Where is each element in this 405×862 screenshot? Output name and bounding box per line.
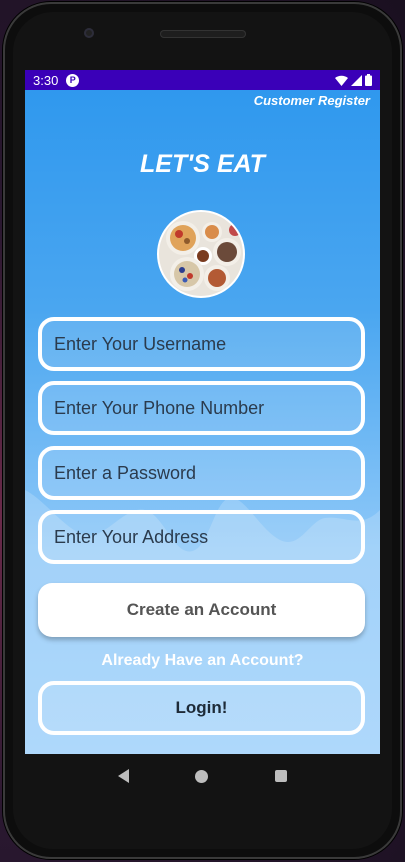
food-logo-image bbox=[157, 210, 245, 298]
system-nav-bar bbox=[25, 754, 380, 798]
wifi-icon bbox=[335, 75, 348, 86]
app-title: LET'S EAT bbox=[140, 150, 265, 178]
username-placeholder: Enter Your Username bbox=[54, 333, 227, 354]
phone-field[interactable]: Enter Your Phone Number bbox=[38, 381, 365, 435]
home-icon[interactable] bbox=[195, 769, 209, 783]
address-placeholder: Enter Your Address bbox=[54, 526, 209, 547]
already-have-account-text: Already Have an Account? bbox=[101, 652, 304, 669]
password-placeholder: Enter a Password bbox=[54, 462, 197, 483]
create-account-button[interactable]: Create an Account bbox=[38, 583, 365, 637]
status-time: 3:30 bbox=[33, 72, 59, 88]
status-icons bbox=[335, 74, 372, 86]
recents-icon[interactable] bbox=[274, 770, 287, 782]
password-field[interactable]: Enter a Password bbox=[38, 446, 365, 500]
notification-icon: P bbox=[66, 73, 80, 87]
username-field[interactable]: Enter Your Username bbox=[38, 317, 365, 371]
earpiece-speaker bbox=[160, 30, 246, 38]
phone-placeholder: Enter Your Phone Number bbox=[54, 397, 265, 418]
login-button[interactable]: Login! bbox=[38, 681, 365, 735]
battery-icon bbox=[365, 74, 372, 86]
back-icon[interactable] bbox=[118, 769, 130, 783]
address-field[interactable]: Enter Your Address bbox=[38, 510, 365, 564]
signal-icon bbox=[351, 74, 362, 86]
screen-label: Customer Register bbox=[253, 93, 370, 108]
front-camera bbox=[84, 28, 94, 38]
status-bar: 3:30 P bbox=[25, 70, 380, 90]
app-screen: 3:30 P Customer Register LET'S EAT Enter… bbox=[25, 70, 380, 754]
